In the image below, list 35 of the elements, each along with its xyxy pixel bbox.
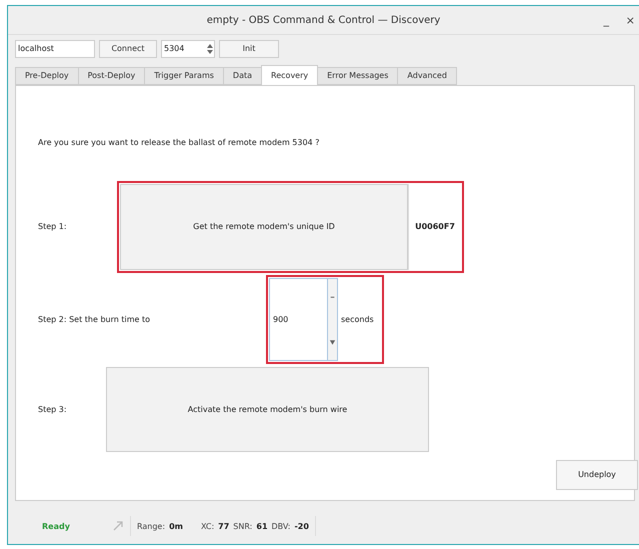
window-title: empty - OBS Command & Control — Discovery — [206, 14, 440, 26]
init-button[interactable]: Init — [219, 40, 279, 58]
tab[interactable]: Pre-Deploy — [15, 66, 79, 85]
get-id-button[interactable]: Get the remote modem's unique ID — [120, 184, 408, 270]
activate-burn-wire-button[interactable]: Activate the remote modem's burn wire — [106, 366, 429, 452]
spin-arrows-icon[interactable] — [206, 42, 214, 55]
dbv-value: -20 — [294, 522, 309, 531]
close-button[interactable]: × — [626, 14, 635, 27]
tab[interactable]: Advanced — [397, 66, 457, 85]
snr-label: SNR: — [233, 522, 252, 531]
undeploy-button[interactable]: Undeploy — [556, 460, 638, 490]
minimize-button[interactable]: _ — [604, 14, 609, 27]
range-label: Range: — [137, 522, 166, 531]
tab[interactable]: Recovery — [261, 64, 318, 85]
modem-id: U0060F7 — [408, 184, 461, 270]
tab[interactable]: Trigger Params — [144, 66, 224, 85]
tab[interactable]: Error Messages — [317, 66, 398, 85]
step-label: Step 2: Set the burn time to — [38, 314, 151, 324]
step-label: Step 3: — [38, 404, 68, 414]
confirmation-question: Are you sure you want to release the ballast of remote modem 5304 ? — [38, 138, 320, 149]
status-text: Ready — [42, 522, 71, 531]
arrow-icon — [112, 520, 124, 532]
xc-value: 77 — [218, 522, 230, 531]
host-field[interactable]: localhost — [15, 40, 95, 58]
step-label: Step 1: — [38, 222, 68, 232]
connect-button[interactable]: Connect — [99, 40, 157, 58]
tab[interactable]: Post-Deploy — [78, 66, 146, 85]
xc-label: XC: — [200, 522, 214, 531]
tab[interactable]: Data — [222, 66, 262, 85]
snr-value: 61 — [256, 522, 268, 531]
range-value: 0m — [169, 522, 183, 531]
unit-label: seconds — [340, 314, 374, 326]
burn-time-spinbox[interactable]: 900 — [269, 278, 338, 361]
port-spinbox[interactable]: 5304 — [161, 40, 215, 58]
dbv-label: DBV: — [272, 522, 290, 531]
